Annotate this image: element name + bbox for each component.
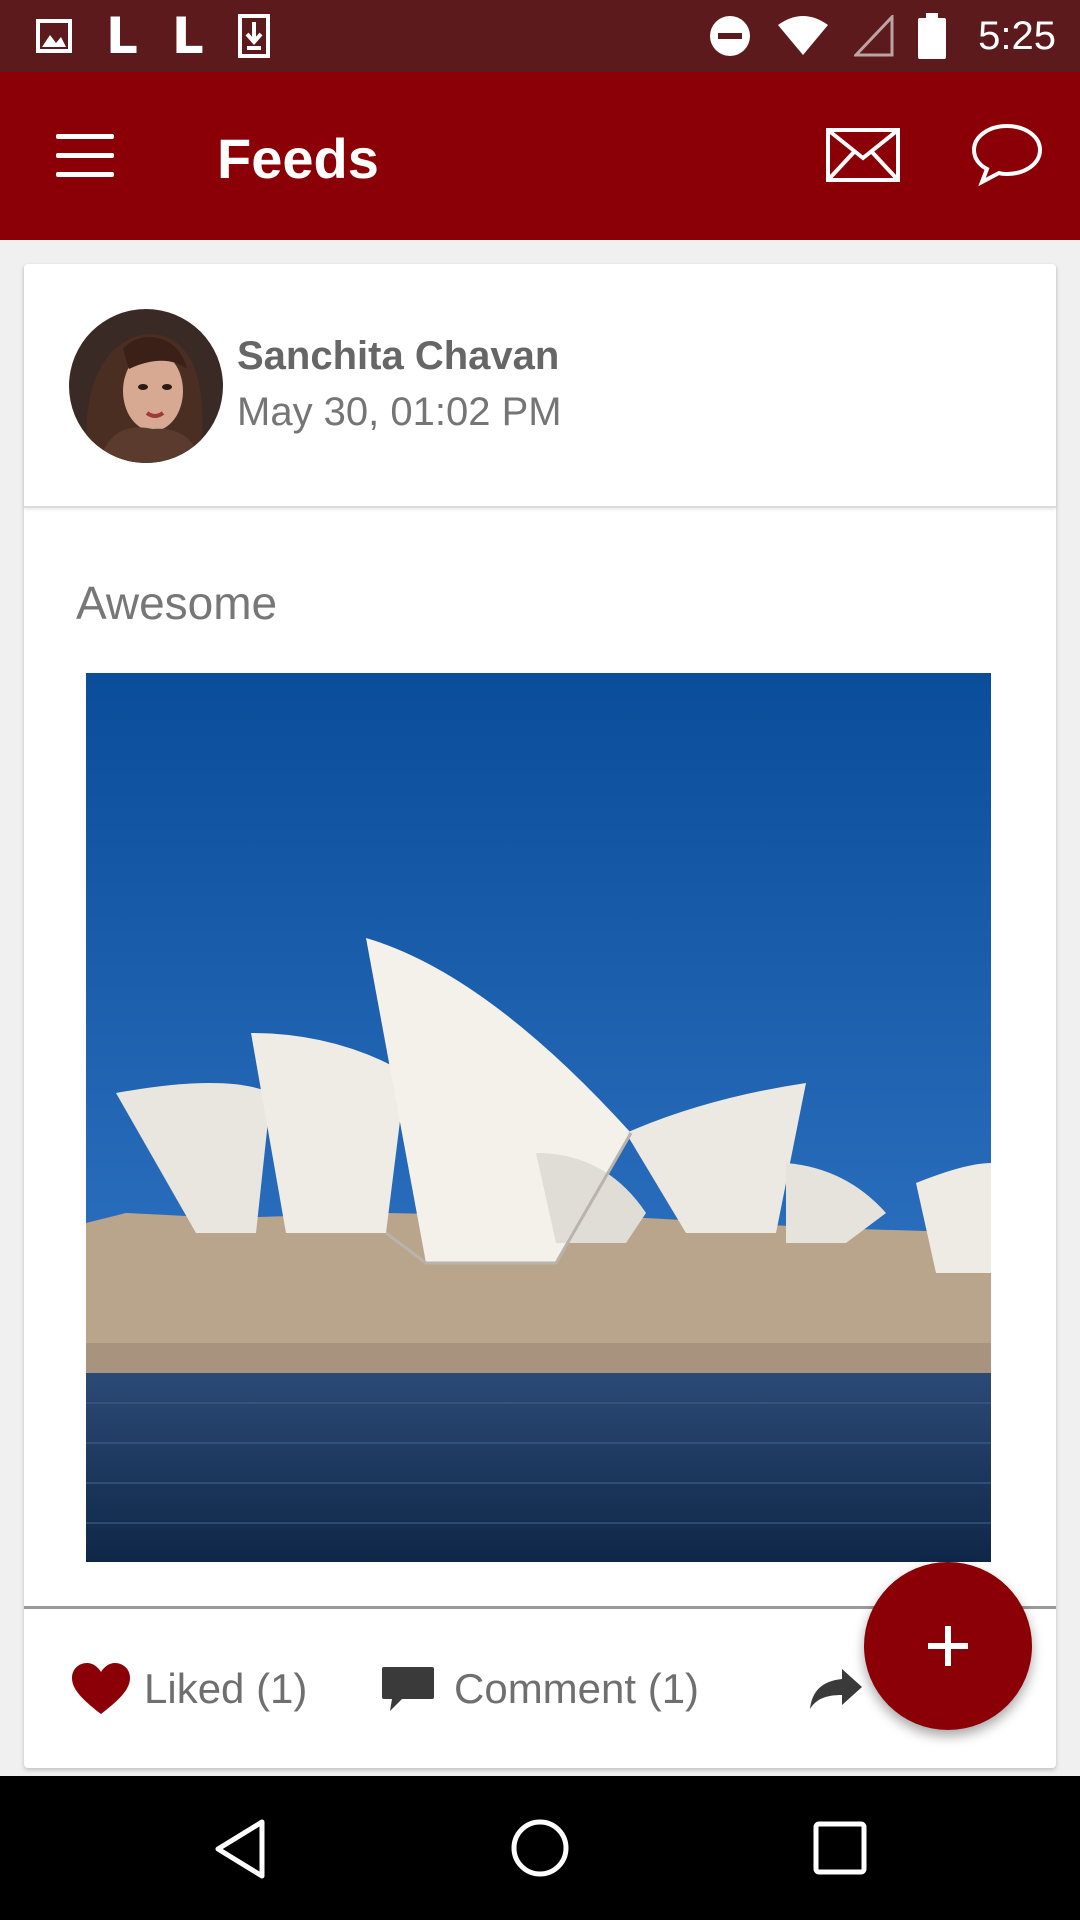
post-image[interactable]: [86, 673, 991, 1562]
launcher-l-icon: L: [171, 7, 204, 65]
avatar[interactable]: [69, 309, 223, 463]
share-button[interactable]: [808, 1609, 864, 1768]
image-icon: [36, 19, 72, 53]
add-post-button[interactable]: [864, 1562, 1032, 1730]
share-icon: [810, 1668, 862, 1709]
comment-button[interactable]: Comment (1): [380, 1609, 699, 1768]
app-bar: Feeds: [0, 72, 1080, 240]
post-date: May 30, 01:02 PM: [237, 390, 562, 434]
like-button[interactable]: Liked (1): [70, 1609, 307, 1768]
back-icon[interactable]: [212, 1818, 268, 1880]
system-nav-bar: [0, 1776, 1080, 1920]
recents-icon[interactable]: [812, 1820, 868, 1876]
post-text: Awesome: [76, 577, 278, 629]
status-time: 5:25: [978, 13, 1056, 58]
author-name[interactable]: Sanchita Chavan: [237, 334, 559, 379]
post-card: Sanchita Chavan May 30, 01:02 PM Awesome: [24, 264, 1056, 1768]
comment-label: Comment (1): [454, 1664, 700, 1712]
launcher-l-icon: L: [106, 7, 138, 65]
like-label: Liked (1): [144, 1664, 308, 1712]
status-bar: L L 5:25: [0, 0, 1080, 72]
mail-icon[interactable]: [826, 128, 900, 182]
page-title: Feeds: [217, 127, 379, 190]
chat-bubble-icon[interactable]: [970, 122, 1044, 186]
wifi-icon: [778, 16, 829, 55]
plus-icon: [928, 1626, 968, 1666]
post-header: Sanchita Chavan May 30, 01:02 PM: [24, 264, 1056, 508]
heart-icon: [72, 1662, 130, 1714]
hamburger-menu-icon[interactable]: [56, 134, 114, 178]
comment-icon: [382, 1666, 434, 1711]
signal-icon: [854, 15, 894, 57]
home-icon[interactable]: [510, 1818, 570, 1878]
download-icon: [237, 14, 270, 58]
battery-icon: [918, 13, 947, 59]
do-not-disturb-icon: [710, 16, 751, 56]
